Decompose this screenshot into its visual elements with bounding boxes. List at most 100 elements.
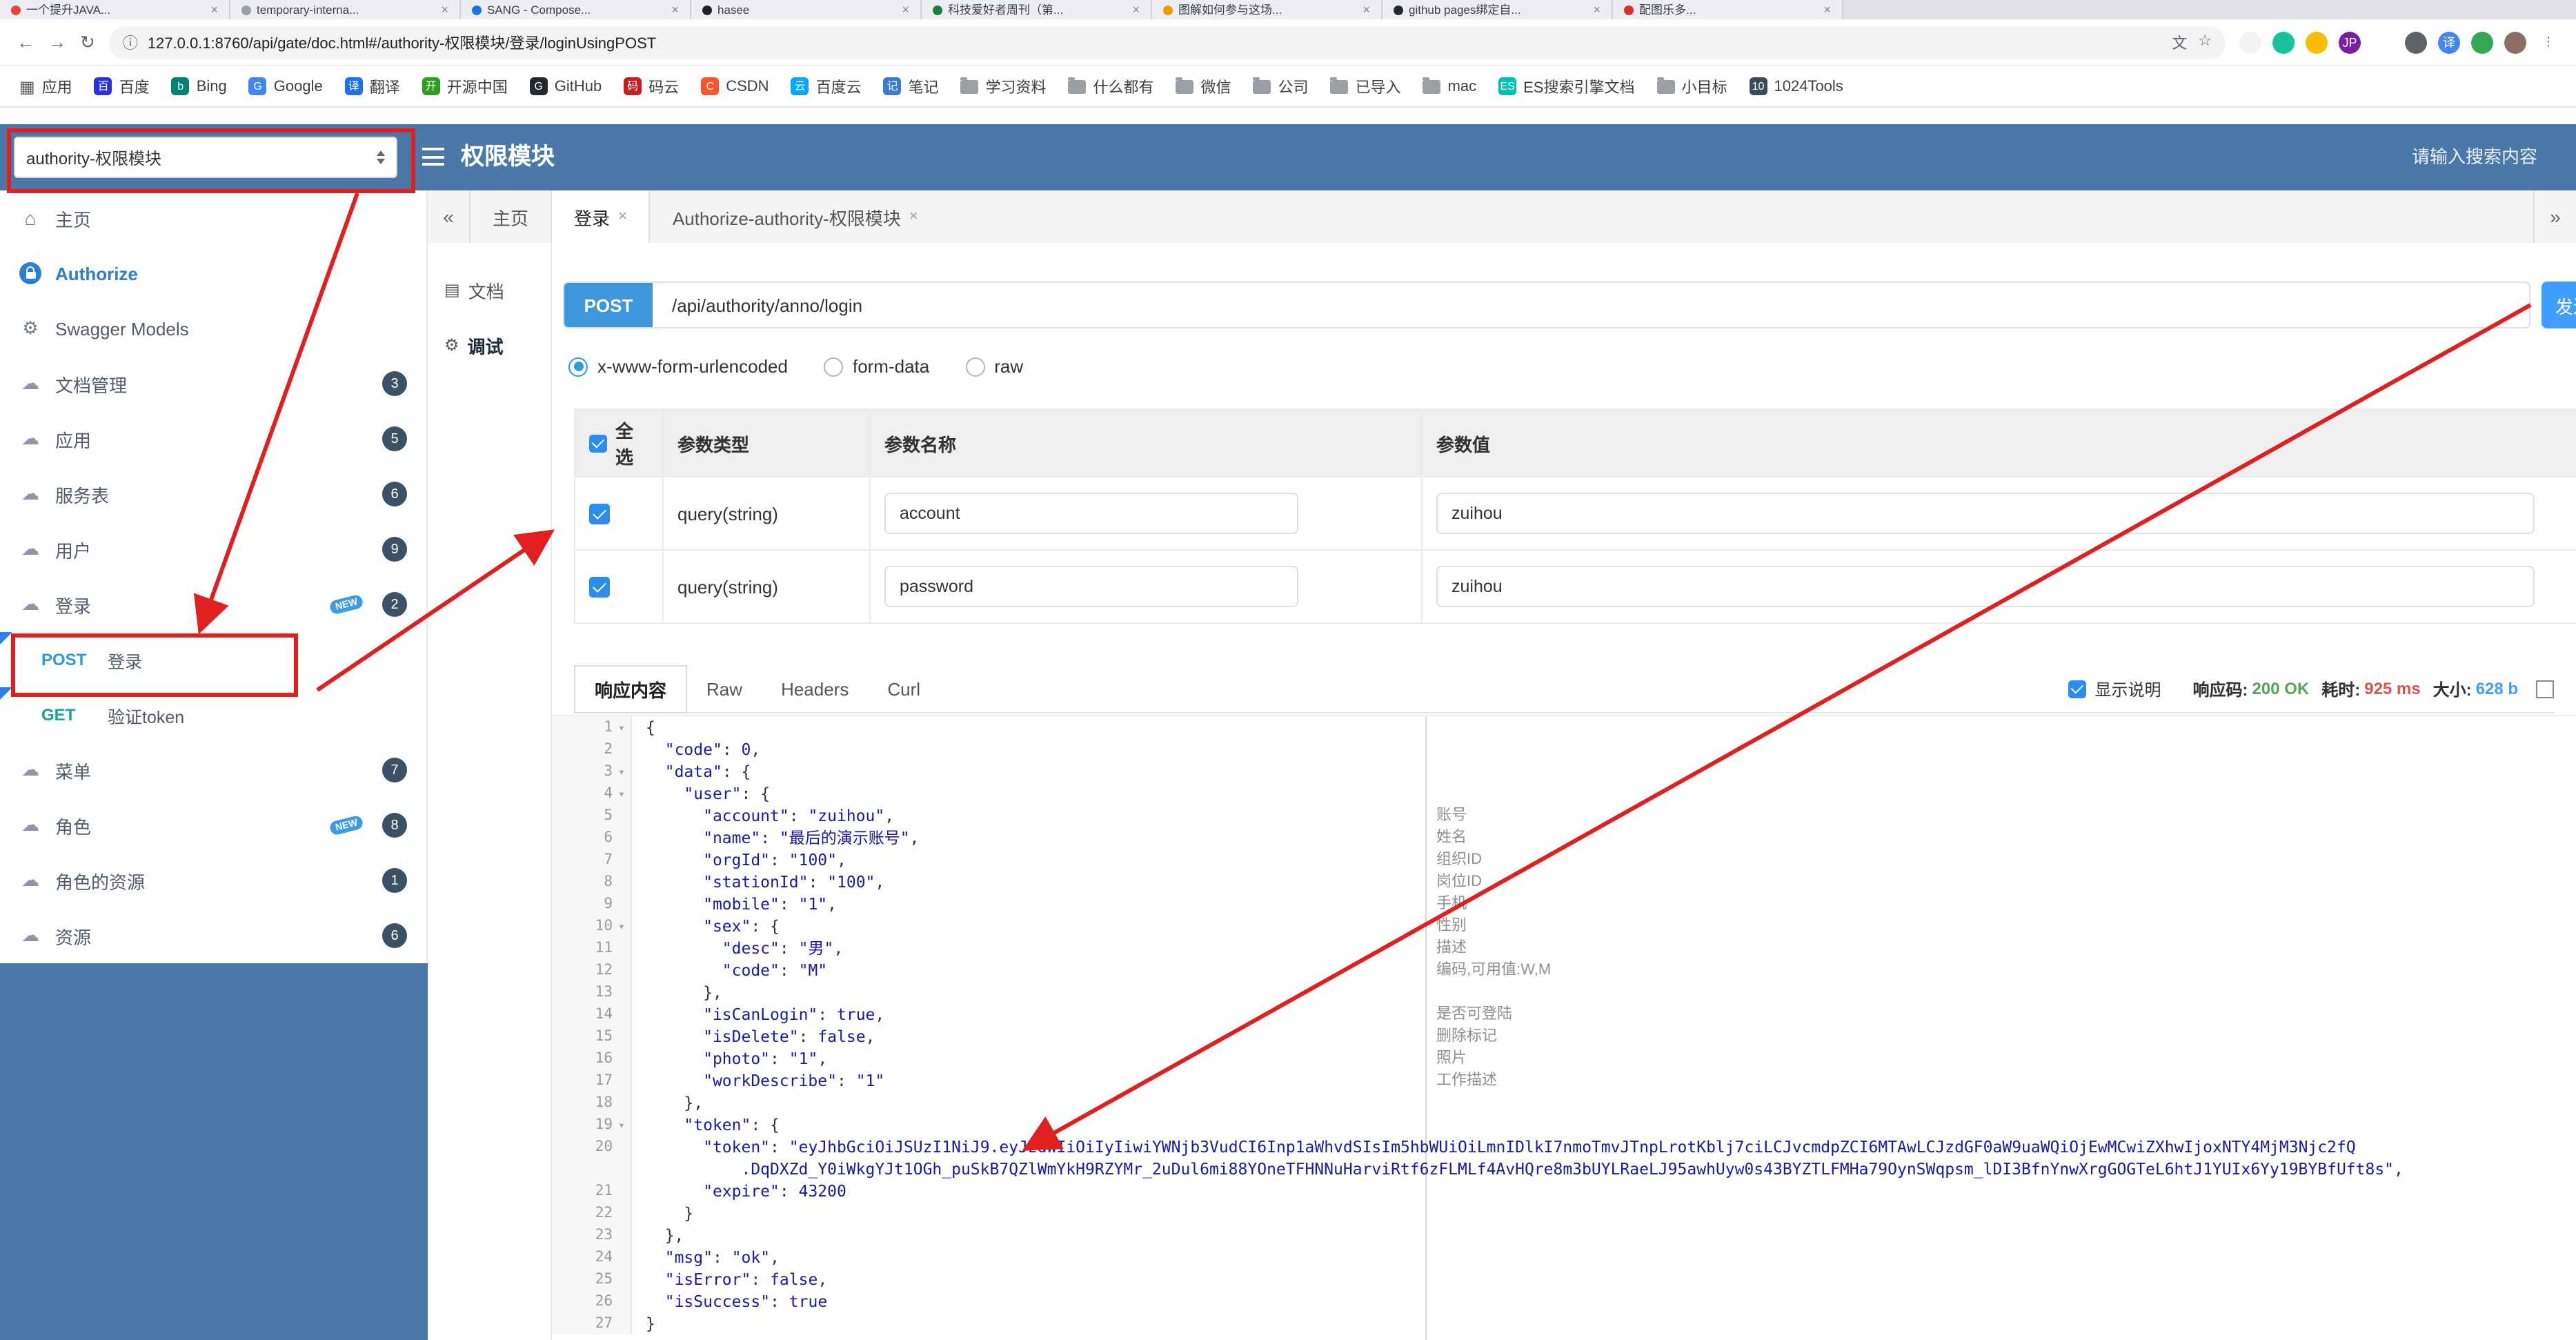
select-all-checkbox[interactable] [589, 434, 607, 452]
adblock-shield-icon[interactable] [2405, 31, 2427, 53]
sidebar-item-role-resource[interactable]: 角色的资源 1 [0, 853, 426, 908]
bookmark-wechat[interactable]: 微信 [1176, 75, 1231, 97]
bookmark-gitee[interactable]: 码码云 [624, 75, 679, 97]
tab-close-icon[interactable]: × [909, 208, 918, 225]
sidebar-item-doc-manage[interactable]: 文档管理 3 [0, 356, 426, 411]
bookmark-baiduyun[interactable]: 云百度云 [791, 75, 862, 97]
sidebar-item-app[interactable]: 应用 5 [0, 411, 426, 466]
send-button[interactable]: 发送 [2542, 282, 2576, 328]
response-tab-body[interactable]: 响应内容 [574, 664, 688, 713]
tab-close-icon[interactable]: × [210, 3, 218, 17]
content-type-raw[interactable]: raw [965, 356, 1023, 377]
json-formatter-icon[interactable]: JP [2339, 31, 2361, 53]
browser-tab[interactable]: temporary-interna... × [230, 0, 461, 19]
reload-icon[interactable]: ↻ [80, 31, 95, 53]
grammarly-icon[interactable] [2272, 31, 2295, 53]
request-url-input[interactable]: POST /api/authority/anno/login [563, 282, 2530, 328]
google-keep-icon[interactable] [2306, 31, 2328, 53]
fullscreen-icon[interactable] [2536, 680, 2554, 698]
param-value-input-account[interactable] [1436, 493, 2535, 534]
translate-extension-icon[interactable]: 译 [2438, 31, 2460, 53]
hamburger-menu-icon[interactable] [422, 148, 444, 166]
tab-close-icon[interactable]: × [1593, 3, 1601, 17]
bookmark-csdn[interactable]: C CSDN [701, 77, 769, 95]
translate-icon[interactable]: 文 [2172, 31, 2187, 53]
bookmark-company[interactable]: 公司 [1253, 75, 1309, 97]
sidebar-item-role[interactable]: 角色 NEW 8 [0, 798, 426, 853]
sidebar-item-get-verify-token[interactable]: GET 验证token [0, 687, 426, 742]
fold-icon[interactable]: ▾ [613, 1119, 631, 1131]
bookmark-mac[interactable]: mac [1423, 77, 1476, 95]
bookmark-everything[interactable]: 什么都有 [1068, 75, 1154, 97]
api-group-select[interactable]: authority-权限模块 [14, 137, 397, 178]
bookmark-goal[interactable]: 小目标 [1656, 75, 1727, 97]
browser-menu-icon[interactable]: ⋮ [2537, 31, 2559, 53]
fold-icon[interactable]: ▾ [613, 765, 631, 778]
tab-close-icon[interactable]: × [1132, 3, 1140, 17]
fold-icon[interactable]: ▾ [613, 787, 631, 800]
sidebar-item-authorize[interactable]: Authorize [0, 246, 426, 301]
sidebar-item-swagger-models[interactable]: Swagger Models [0, 301, 426, 356]
header-search-input[interactable]: 请输入搜索内容 [2412, 124, 2537, 190]
tab-close-icon[interactable]: × [441, 3, 448, 17]
show-desc-checkbox[interactable] [2068, 680, 2087, 698]
bookmark-github[interactable]: G GitHub [529, 77, 602, 95]
bookmark-google[interactable]: G Google [248, 77, 323, 95]
tabs-expand-button[interactable]: » [2533, 190, 2576, 243]
param-value-input-password[interactable] [1436, 566, 2535, 607]
bookmark-translate[interactable]: 译翻译 [344, 75, 400, 97]
param-name-input-password[interactable] [884, 566, 1298, 607]
bookmark-oschina[interactable]: 开开源中国 [422, 75, 508, 97]
bookmark-study[interactable]: 学习资料 [960, 75, 1047, 97]
tab-close-icon[interactable]: × [671, 3, 679, 17]
subnav-item-doc[interactable]: 文档 [428, 262, 551, 317]
back-icon[interactable]: ← [17, 32, 34, 52]
browser-tab[interactable]: 一个提升JAVA... × [0, 0, 230, 19]
extension-icon-2[interactable] [2372, 31, 2394, 53]
bookmark-tools1024[interactable]: 10 1024Tools [1749, 77, 1843, 95]
pinwheel-extension-icon[interactable] [2471, 31, 2493, 53]
tab-home[interactable]: 主页 [470, 190, 551, 243]
browser-tab[interactable]: 配图乐多... × [1613, 0, 1843, 19]
browser-tab[interactable]: SANG - Compose... × [461, 0, 691, 19]
browser-tab[interactable]: github pages绑定自... × [1383, 0, 1613, 19]
response-tab-raw[interactable]: Raw [687, 669, 762, 709]
page-info-icon[interactable]: ⓘ [123, 31, 138, 53]
sidebar-item-post-login[interactable]: POST 登录 [0, 632, 426, 687]
checkbox-checked-icon[interactable] [589, 503, 610, 524]
tab-close-icon[interactable]: × [902, 3, 909, 17]
tabs-collapse-button[interactable]: « [428, 190, 470, 243]
content-type-x-www-form-urlencoded[interactable]: x-www-form-urlencoded [568, 356, 788, 377]
sidebar-item-menu[interactable]: 菜单 7 [0, 742, 426, 798]
forward-icon[interactable]: → [48, 32, 66, 52]
bookmark-star-icon[interactable]: ☆ [2198, 31, 2212, 53]
bookmark-es-docs[interactable]: ES ES搜索引擎文档 [1498, 75, 1635, 97]
sidebar-item-user[interactable]: 用户 9 [0, 522, 426, 577]
tab-close-icon[interactable]: × [1823, 3, 1831, 17]
sidebar-item-home[interactable]: 主页 [0, 190, 426, 246]
fold-icon[interactable]: ▾ [613, 721, 631, 733]
browser-tab[interactable]: hasee × [691, 0, 922, 19]
bookmark-notes[interactable]: 记笔记 [883, 75, 939, 97]
content-type-form-data[interactable]: form-data [823, 356, 929, 377]
profile-avatar[interactable] [2504, 31, 2526, 53]
sidebar-item-login[interactable]: 登录 NEW 2 [0, 577, 426, 632]
sidebar-item-service[interactable]: 服务表 6 [0, 466, 426, 522]
tab-login[interactable]: 登录 × [551, 190, 651, 243]
checkbox-checked-icon[interactable] [589, 576, 610, 597]
tab-close-icon[interactable]: × [1363, 3, 1370, 17]
bookmark-imported[interactable]: 已导入 [1330, 75, 1401, 97]
param-name-input-account[interactable] [884, 493, 1298, 534]
show-desc-toggle[interactable]: 显示说明 [2068, 677, 2161, 700]
tab-authorize[interactable]: Authorize-authority-权限模块 × [651, 190, 940, 243]
subnav-item-debug[interactable]: 调试 [428, 317, 551, 373]
browser-tab[interactable]: 科技爱好者周刊（第... × [922, 0, 1152, 19]
extension-icon-1[interactable] [2239, 31, 2261, 53]
bookmark-baidu[interactable]: 百百度 [94, 75, 150, 97]
fold-icon[interactable]: ▾ [613, 920, 631, 932]
response-tab-headers[interactable]: Headers [762, 669, 868, 709]
sidebar-item-resource[interactable]: 资源 6 [0, 908, 426, 963]
bookmark-bing[interactable]: b Bing [171, 77, 227, 95]
bookmark-apps[interactable]: ▦ 应用 [19, 75, 72, 97]
browser-tab[interactable]: 图解如何参与这场... × [1152, 0, 1383, 19]
